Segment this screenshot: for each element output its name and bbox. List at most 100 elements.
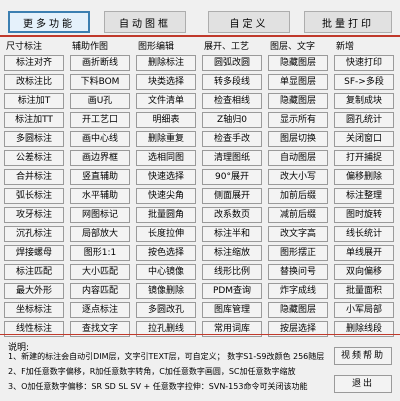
feature-button[interactable]: 大小匹配 — [70, 264, 130, 280]
feature-button[interactable]: 网图标记 — [70, 207, 130, 223]
feature-button[interactable]: 圆弧改圆 — [202, 55, 262, 71]
feature-button[interactable]: 圆孔统计 — [334, 112, 394, 128]
feature-button[interactable]: 焊接螺母 — [4, 245, 64, 261]
feature-button[interactable]: 逐点标注 — [70, 302, 130, 318]
feature-button[interactable]: 检查手改 — [202, 131, 262, 147]
feature-button[interactable]: 选相同图 — [136, 150, 196, 166]
feature-button[interactable]: 内容匹配 — [70, 283, 130, 299]
feature-button[interactable]: 画中心线 — [70, 131, 130, 147]
feature-button[interactable]: 双向偏移 — [334, 264, 394, 280]
feature-button[interactable]: PDM查询 — [202, 283, 262, 299]
feature-button[interactable]: 批量圆角 — [136, 207, 196, 223]
column-header: 尺寸标注 — [6, 42, 43, 52]
feature-button[interactable]: 删除标注 — [136, 55, 196, 71]
feature-button[interactable]: 删除重复 — [136, 131, 196, 147]
feature-button[interactable]: 改标注比 — [4, 74, 64, 90]
feature-button[interactable]: 图时旋转 — [334, 207, 394, 223]
feature-button[interactable]: 线形比例 — [202, 264, 262, 280]
auto-drawing-frame-button[interactable]: 自动图框 — [104, 11, 186, 33]
note-line-2: 2、F加任意数字偏移，R加任意数字转角，C加任意数字画圆，SC加任意数字缩放 — [8, 367, 296, 376]
feature-button[interactable]: 改大小写 — [268, 169, 328, 185]
feature-button[interactable]: 按色选择 — [136, 245, 196, 261]
feature-button[interactable]: 复制成块 — [334, 93, 394, 109]
feature-button[interactable]: 90°展开 — [202, 169, 262, 185]
feature-button[interactable]: 标注对齐 — [4, 55, 64, 71]
feature-button[interactable]: 自动图层 — [268, 150, 328, 166]
feature-button[interactable]: 攻牙标注 — [4, 207, 64, 223]
feature-button[interactable]: 画边界框 — [70, 150, 130, 166]
feature-button[interactable]: 快速尖角 — [136, 188, 196, 204]
feature-button[interactable]: 线长统计 — [334, 226, 394, 242]
feature-button[interactable]: 快速选择 — [136, 169, 196, 185]
feature-button[interactable]: 批量面积 — [334, 283, 394, 299]
feature-button[interactable]: 关闭窗口 — [334, 131, 394, 147]
feature-button[interactable]: 文件清单 — [136, 93, 196, 109]
feature-button[interactable]: 隐藏图层 — [268, 93, 328, 109]
custom-button[interactable]: 自定义 — [208, 11, 290, 33]
feature-button[interactable]: 炸字成线 — [268, 283, 328, 299]
feature-button[interactable]: SF->多段 — [334, 74, 394, 90]
feature-button[interactable]: 改系数页 — [202, 207, 262, 223]
feature-button[interactable]: 单显图层 — [268, 74, 328, 90]
feature-button[interactable]: 长度拉伸 — [136, 226, 196, 242]
feature-button[interactable]: 竖直辅助 — [70, 169, 130, 185]
column-6: 新增 快速打印 SF->多段 复制成块 圆孔统计 关闭窗口 打开捕捉 偏移删除 标注整理 图时旋转… — [334, 42, 396, 337]
feature-button[interactable]: 转多段线 — [202, 74, 262, 90]
feature-button[interactable]: 加前后缀 — [268, 188, 328, 204]
feature-button[interactable]: 坐标标注 — [4, 302, 64, 318]
feature-button[interactable]: 弧长标注 — [4, 188, 64, 204]
feature-button[interactable]: 隐藏图层 — [268, 302, 328, 318]
feature-button[interactable]: 标注加T — [4, 93, 64, 109]
batch-print-button[interactable]: 批量打印 — [304, 11, 392, 33]
column-3: 图形编辑 删除标注 块类选择 文件清单 明细表 删除重复 选相同图 快速选择 快速尖角 批量圆角长… — [136, 42, 198, 337]
feature-button[interactable]: 图层切换 — [268, 131, 328, 147]
feature-button[interactable]: 图形1:1 — [70, 245, 130, 261]
feature-button[interactable]: 公差标注 — [4, 150, 64, 166]
feature-button[interactable]: 图形摆正 — [268, 245, 328, 261]
feature-button[interactable]: 清理图纸 — [202, 150, 262, 166]
feature-button[interactable]: 快速打印 — [334, 55, 394, 71]
feature-button[interactable]: 侧面展开 — [202, 188, 262, 204]
feature-button[interactable]: 图库管理 — [202, 302, 262, 318]
feature-button[interactable]: 下料BOM — [70, 74, 130, 90]
feature-button[interactable]: 水平辅助 — [70, 188, 130, 204]
feature-button[interactable]: Z轴归0 — [202, 112, 262, 128]
feature-button[interactable]: 最大外形 — [4, 283, 64, 299]
feature-button[interactable]: 单线展开 — [334, 245, 394, 261]
feature-button[interactable]: 打开捕捉 — [334, 150, 394, 166]
feature-button[interactable]: 减前后缀 — [268, 207, 328, 223]
feature-button[interactable]: 检查相线 — [202, 93, 262, 109]
feature-button[interactable]: 替换问号 — [268, 264, 328, 280]
feature-button[interactable]: 画U孔 — [70, 93, 130, 109]
feature-button[interactable]: 小军局部 — [334, 302, 394, 318]
feature-button[interactable]: 显示所有 — [268, 112, 328, 128]
feature-button[interactable]: 开工艺口 — [70, 112, 130, 128]
feature-button[interactable]: 中心镜像 — [136, 264, 196, 280]
column-1: 尺寸标注标注对齐改标注比标注加T 标注加TT 多圆标注公差标注合并标注弧长标注攻牙标… — [4, 42, 66, 337]
feature-button[interactable]: 镜像删除 — [136, 283, 196, 299]
feature-button[interactable]: 改文字高 — [268, 226, 328, 242]
feature-button[interactable]: 画折断线 — [70, 55, 130, 71]
top-divider — [0, 35, 400, 37]
feature-button[interactable]: 标注匹配 — [4, 264, 64, 280]
feature-button[interactable]: 合并标注 — [4, 169, 64, 185]
feature-button[interactable]: 多圆改孔 — [136, 302, 196, 318]
more-features-button[interactable]: 更多功能 — [8, 11, 90, 33]
exit-button[interactable]: 退出 — [334, 375, 392, 393]
feature-button[interactable]: 偏移删除 — [334, 169, 394, 185]
video-help-button[interactable]: 视频帮助 — [334, 347, 392, 365]
feature-button[interactable]: 标注缩放 — [202, 245, 262, 261]
feature-button[interactable]: 隐藏图层 — [268, 55, 328, 71]
feature-button[interactable]: 标注整理 — [334, 188, 394, 204]
column-header: 图层、文字 — [270, 42, 316, 52]
feature-button[interactable]: 标注加TT — [4, 112, 64, 128]
feature-button[interactable]: 多圆标注 — [4, 131, 64, 147]
notes-panel: 说明: 1、新建的标注会自动引DIM层，文字引TEXT层，可自定义； 数字S1-… — [0, 334, 400, 401]
feature-button[interactable]: 标注半和 — [202, 226, 262, 242]
feature-button[interactable]: 沉孔标注 — [4, 226, 64, 242]
note-line-1: 1、新建的标注会自动引DIM层，文字引TEXT层，可自定义； 数字S1-S9改颜… — [8, 352, 325, 361]
column-header: 展开、工艺 — [204, 42, 250, 52]
feature-button[interactable]: 明细表 — [136, 112, 196, 128]
feature-button[interactable]: 块类选择 — [136, 74, 196, 90]
feature-button[interactable]: 局部放大 — [70, 226, 130, 242]
